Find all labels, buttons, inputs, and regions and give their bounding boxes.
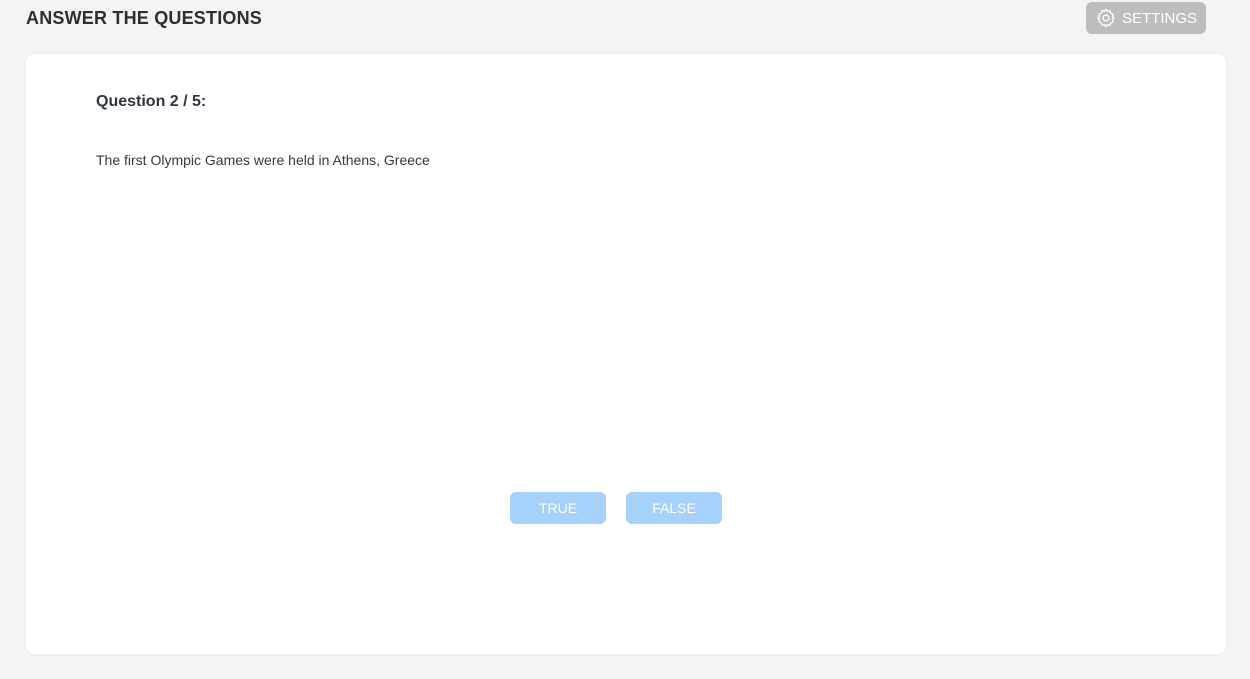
- question-number: Question 2 / 5:: [96, 93, 207, 110]
- page-title: ANSWER THE QUESTIONS: [26, 8, 263, 28]
- true-button[interactable]: TRUE: [510, 492, 606, 524]
- question-text: The first Olympic Games were held in Ath…: [96, 152, 430, 168]
- settings-button[interactable]: SETTINGS: [1086, 2, 1206, 34]
- gear-icon: [1095, 7, 1117, 29]
- settings-label: SETTINGS: [1121, 9, 1197, 27]
- question-card: Question 2 / 5: The first Olympic Games …: [26, 54, 1226, 654]
- false-button[interactable]: FALSE: [626, 492, 722, 524]
